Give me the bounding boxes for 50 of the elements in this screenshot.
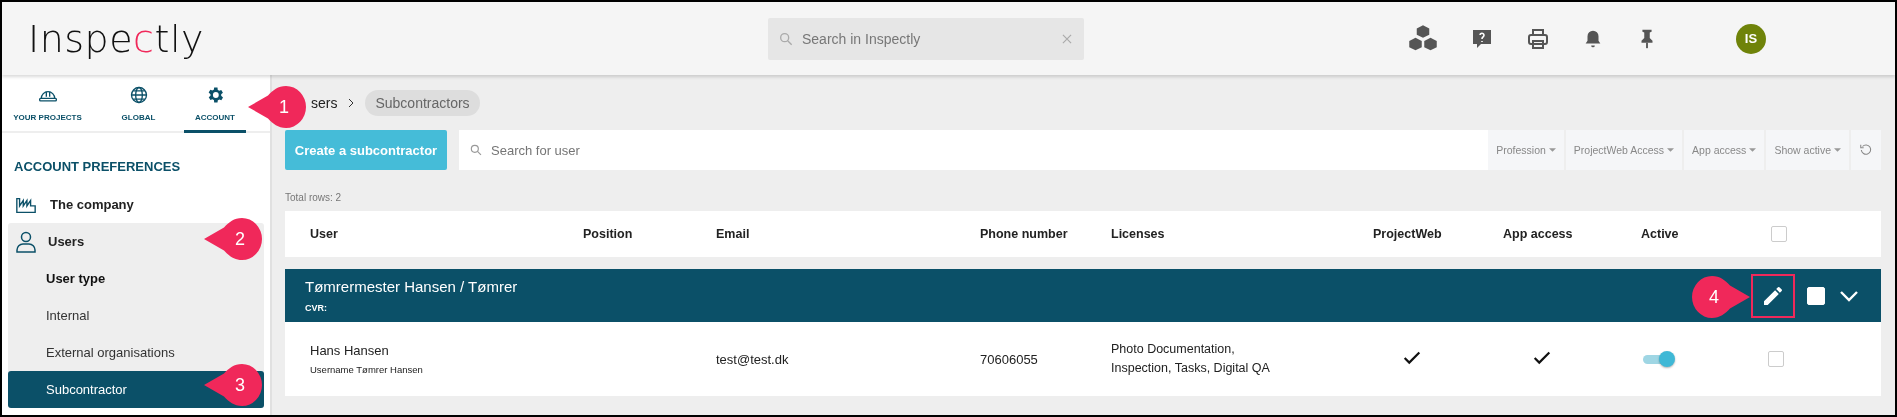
callout-marker: 1 bbox=[248, 86, 306, 128]
column-header: ProjectWeb bbox=[1373, 227, 1443, 241]
callout-marker: 2 bbox=[204, 218, 262, 260]
section-heading: ACCOUNT PREFERENCES bbox=[14, 159, 182, 174]
user-name: Hans Hansen bbox=[310, 343, 390, 358]
column-header: Phone number bbox=[980, 227, 1069, 241]
column-header: Active bbox=[1641, 227, 1680, 241]
callout-marker: 4 bbox=[1692, 276, 1750, 318]
user-search-field[interactable]: Search for user bbox=[459, 130, 1489, 170]
table-cell-text: 70606055 bbox=[980, 351, 1039, 367]
breadcrumb-link[interactable]: sers bbox=[311, 94, 338, 111]
logo[interactable]: Inspectly bbox=[28, 16, 768, 61]
breadcrumb-current[interactable]: Subcontractors bbox=[365, 89, 480, 116]
reset-icon bbox=[1859, 143, 1873, 157]
column-header: Licenses bbox=[1111, 227, 1166, 241]
column-header: Position bbox=[583, 227, 634, 241]
globe-icon bbox=[128, 85, 149, 105]
user-avatar[interactable]: IS bbox=[1736, 23, 1766, 54]
column-header: Email bbox=[716, 227, 751, 241]
toggle-switch[interactable] bbox=[1643, 351, 1677, 367]
nav-tab[interactable]: GLOBAL bbox=[93, 75, 184, 133]
select-all-checkbox[interactable] bbox=[1771, 226, 1787, 242]
filter-dropdown[interactable]: Profession bbox=[1488, 130, 1564, 170]
table-cell-text: Photo Documentation, Inspection, Tasks, Digital QA bbox=[1111, 340, 1271, 377]
callout-marker: 3 bbox=[204, 364, 262, 406]
total-rows-label: Total rows: 2 bbox=[285, 192, 343, 203]
caret-icon bbox=[1749, 148, 1757, 152]
nav-tab[interactable]: ACCOUNT bbox=[184, 75, 246, 133]
edit-button[interactable] bbox=[1751, 273, 1795, 318]
filter-dropdown[interactable]: App access bbox=[1684, 130, 1765, 170]
caret-icon bbox=[1548, 148, 1556, 152]
group-subtitle: CVR: bbox=[305, 303, 328, 313]
column-header: App access bbox=[1503, 227, 1574, 241]
submenu-item[interactable]: Internal bbox=[8, 297, 264, 334]
user-icon bbox=[14, 229, 38, 254]
search-icon bbox=[778, 30, 794, 47]
username-text: Username Tømrer Hansen bbox=[310, 364, 424, 375]
row-checkbox[interactable] bbox=[1768, 351, 1784, 367]
printer-icon bbox=[1526, 26, 1550, 51]
caret-icon bbox=[1834, 148, 1841, 152]
search-field[interactable]: Search in Inspectly bbox=[768, 17, 1084, 60]
search-icon bbox=[469, 143, 483, 157]
table-cell-text: test@test.dk bbox=[716, 351, 790, 367]
group-title: Tømrermester Hansen / Tømrer bbox=[305, 278, 518, 295]
reset-button[interactable] bbox=[1851, 130, 1881, 170]
submenu-heading: User type bbox=[45, 270, 107, 288]
caret-icon bbox=[1667, 148, 1675, 152]
column-header: User bbox=[310, 227, 339, 241]
nav-tab[interactable]: YOUR PROJECTS bbox=[2, 75, 93, 133]
group-checkbox[interactable] bbox=[1807, 286, 1825, 305]
